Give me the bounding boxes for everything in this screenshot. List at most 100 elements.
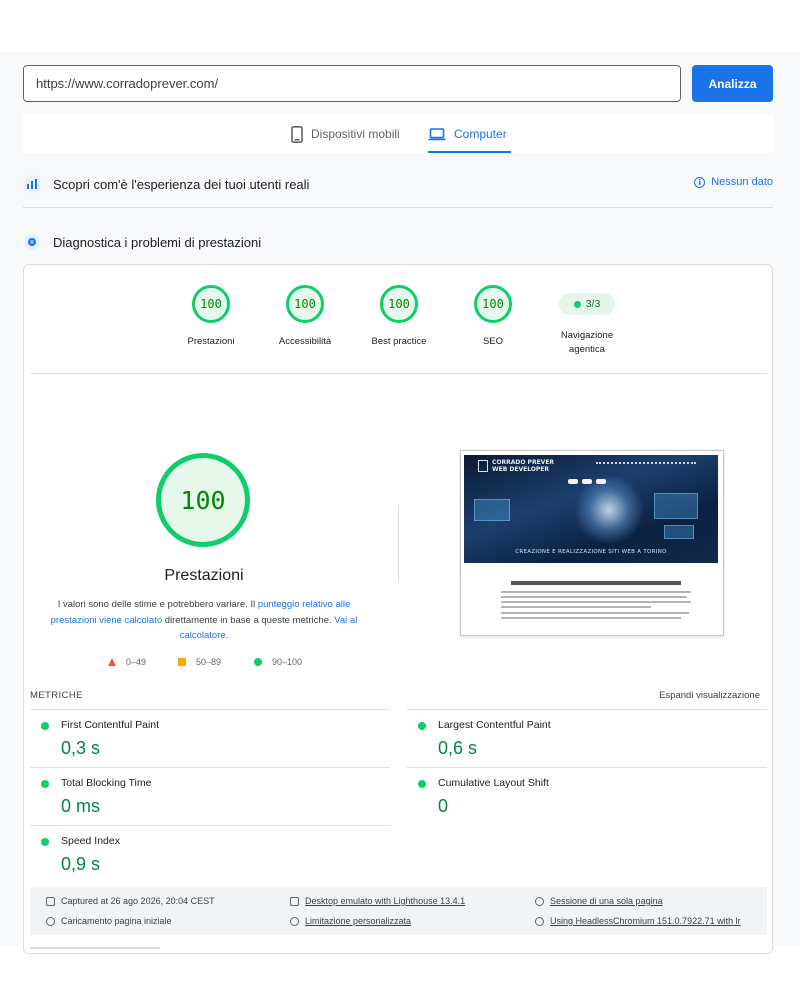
field-data-title: Scopri com'è l'esperienza dei tuoi utent… — [53, 176, 310, 192]
screenshot-body-text — [501, 581, 691, 622]
hero-panel — [474, 499, 510, 521]
metric-name: First Contentful Paint — [61, 719, 160, 731]
wifi-icon — [290, 916, 299, 926]
runtime-text: Limitazione personalizzata — [305, 916, 412, 926]
metrics-title: METRICHE — [30, 690, 83, 701]
laptop-icon — [428, 127, 446, 140]
runtime-emulated[interactable]: Desktop emulato with Lighthouse 13.4.1 — [290, 896, 465, 906]
score-gauge: 100 — [192, 285, 230, 323]
performance-description: I valori sono delle stime e potrebbero v… — [50, 597, 358, 644]
metric-name: Speed Index — [61, 835, 120, 847]
runtime-text: Caricamento pagina iniziale — [61, 916, 172, 926]
site-logo-icon — [478, 460, 488, 472]
average-square-icon — [178, 658, 186, 666]
vertical-divider — [398, 505, 399, 581]
desc-text: direttamente in base a queste metriche. — [162, 614, 335, 626]
logo-line: WEB DEVELOPER — [492, 466, 550, 473]
final-screenshot[interactable]: CORRADO PREVER WEB DEVELOPER CREAZIONE E… — [460, 450, 724, 636]
score-gauge: 100 — [286, 285, 324, 323]
performance-gauge: 100 — [156, 453, 250, 547]
score-label: Best practice — [371, 336, 427, 347]
score-accessibility[interactable]: 100 Accessibilità — [260, 285, 350, 349]
metric-fcp: First Contentful Paint 0,3 s — [30, 709, 390, 766]
expand-view-toggle[interactable]: Espandi visualizzazione — [659, 690, 760, 701]
legend-average: 50–89 — [178, 657, 221, 667]
url-input[interactable]: https://www.corradoprever.com/ — [23, 65, 681, 102]
pass-dot-icon — [573, 300, 581, 308]
bottom-divider — [30, 947, 160, 949]
screenshot-hero: CORRADO PREVER WEB DEVELOPER CREAZIONE E… — [464, 455, 718, 563]
pass-circle-icon — [254, 658, 262, 666]
diagnostics-icon — [23, 233, 41, 251]
pass-dot-icon — [418, 780, 426, 788]
metric-name: Total Blocking Time — [61, 777, 152, 789]
hero-panel — [654, 493, 698, 519]
metric-speed-index: Speed Index 0,9 s — [30, 825, 390, 882]
runtime-load: Caricamento pagina iniziale — [46, 916, 172, 926]
runtime-browser[interactable]: Using HeadlessChromium 151.0.7922.71 wit… — [535, 916, 741, 926]
runtime-text: Captured at 26 ago 2026, 20:04 CEST — [61, 896, 215, 906]
analyze-button[interactable]: Analizza — [692, 65, 773, 102]
no-data-label: Nessun dato — [711, 176, 773, 188]
device-tabs: Dispositivi mobili Computer — [23, 115, 773, 153]
tab-mobile[interactable]: Dispositivi mobili — [291, 115, 400, 153]
report-card: 100 Prestazioni 100 Accessibilità 100 Be… — [23, 264, 773, 954]
agentic-badge: 3/3 — [559, 293, 615, 315]
score-legend: 0–49 50–89 90–100 — [108, 657, 348, 673]
metric-value: 0,6 s — [438, 738, 478, 758]
section-divider — [23, 207, 773, 208]
score-gauge: 100 — [380, 285, 418, 323]
metric-value: 0,3 s — [61, 738, 101, 758]
score-gauge: 100 — [474, 285, 512, 323]
hero-banner: CREAZIONE E REALIZZAZIONE SITI WEB A TOR… — [515, 549, 667, 555]
legend-label: 90–100 — [272, 657, 303, 667]
performance-title: Prestazioni — [164, 567, 244, 584]
metric-cls: Cumulative Layout Shift 0 — [407, 767, 767, 824]
score-label: Accessibilità — [278, 336, 332, 347]
row-divider — [30, 373, 767, 374]
runtime-text: Desktop emulato with Lighthouse 13.4.1 — [305, 896, 466, 906]
score-performance[interactable]: 100 Prestazioni — [166, 285, 256, 349]
desc-text: I valori sono delle stime e potrebbero v… — [57, 599, 258, 610]
hero-glow — [574, 475, 644, 545]
metric-lcp: Largest Contentful Paint 0,6 s — [407, 709, 767, 766]
logo-line: CORRADO PREVER — [492, 459, 555, 466]
pass-dot-icon — [41, 722, 49, 730]
calendar-icon — [46, 896, 55, 906]
pass-dot-icon — [418, 722, 426, 730]
score-summary: 100 Prestazioni 100 Accessibilità 100 Be… — [24, 285, 772, 365]
metric-name: Largest Contentful Paint — [438, 719, 551, 731]
site-nav — [596, 462, 696, 464]
runtime-text: Sessione di una sola pagina — [550, 896, 663, 906]
legend-label: 50–89 — [196, 657, 222, 667]
session-icon — [535, 896, 544, 906]
users-experience-icon — [23, 175, 41, 193]
metric-value: 0 ms — [61, 796, 101, 816]
fail-triangle-icon — [108, 658, 116, 666]
metric-value: 0,9 s — [61, 854, 101, 874]
timer-icon — [46, 916, 55, 926]
info-icon: i — [694, 176, 706, 188]
score-seo[interactable]: 100 SEO — [448, 285, 538, 349]
metric-tbt: Total Blocking Time 0 ms — [30, 767, 390, 824]
legend-fail: 0–49 — [108, 657, 146, 667]
field-data-header: Scopri com'è l'esperienza dei tuoi utent… — [23, 170, 773, 198]
tab-desktop[interactable]: Computer — [428, 115, 511, 153]
tab-desktop-label: Computer — [454, 127, 507, 141]
site-logo-text: CORRADO PREVER WEB DEVELOPER — [492, 459, 554, 473]
score-best-practices[interactable]: 100 Best practice — [354, 285, 444, 349]
hero-panel — [664, 525, 694, 539]
runtime-settings: Captured at 26 ago 2026, 20:04 CEST Desk… — [30, 887, 767, 935]
hero-buttons — [568, 479, 606, 484]
device-icon — [290, 896, 299, 906]
score-label: SEO — [482, 336, 504, 347]
runtime-session[interactable]: Sessione di una sola pagina — [535, 896, 663, 906]
runtime-throttling[interactable]: Limitazione personalizzata — [290, 916, 411, 926]
legend-pass: 90–100 — [254, 657, 302, 667]
pass-dot-icon — [41, 780, 49, 788]
runtime-text: Using HeadlessChromium 151.0.7922.71 wit… — [550, 916, 741, 926]
tab-mobile-label: Dispositivi mobili — [311, 127, 400, 141]
score-agentic-navigation[interactable]: 3/3 Navigazione agentica — [542, 285, 632, 357]
no-data-link[interactable]: i Nessun dato — [694, 176, 773, 188]
agentic-value: 3/3 — [585, 298, 601, 310]
